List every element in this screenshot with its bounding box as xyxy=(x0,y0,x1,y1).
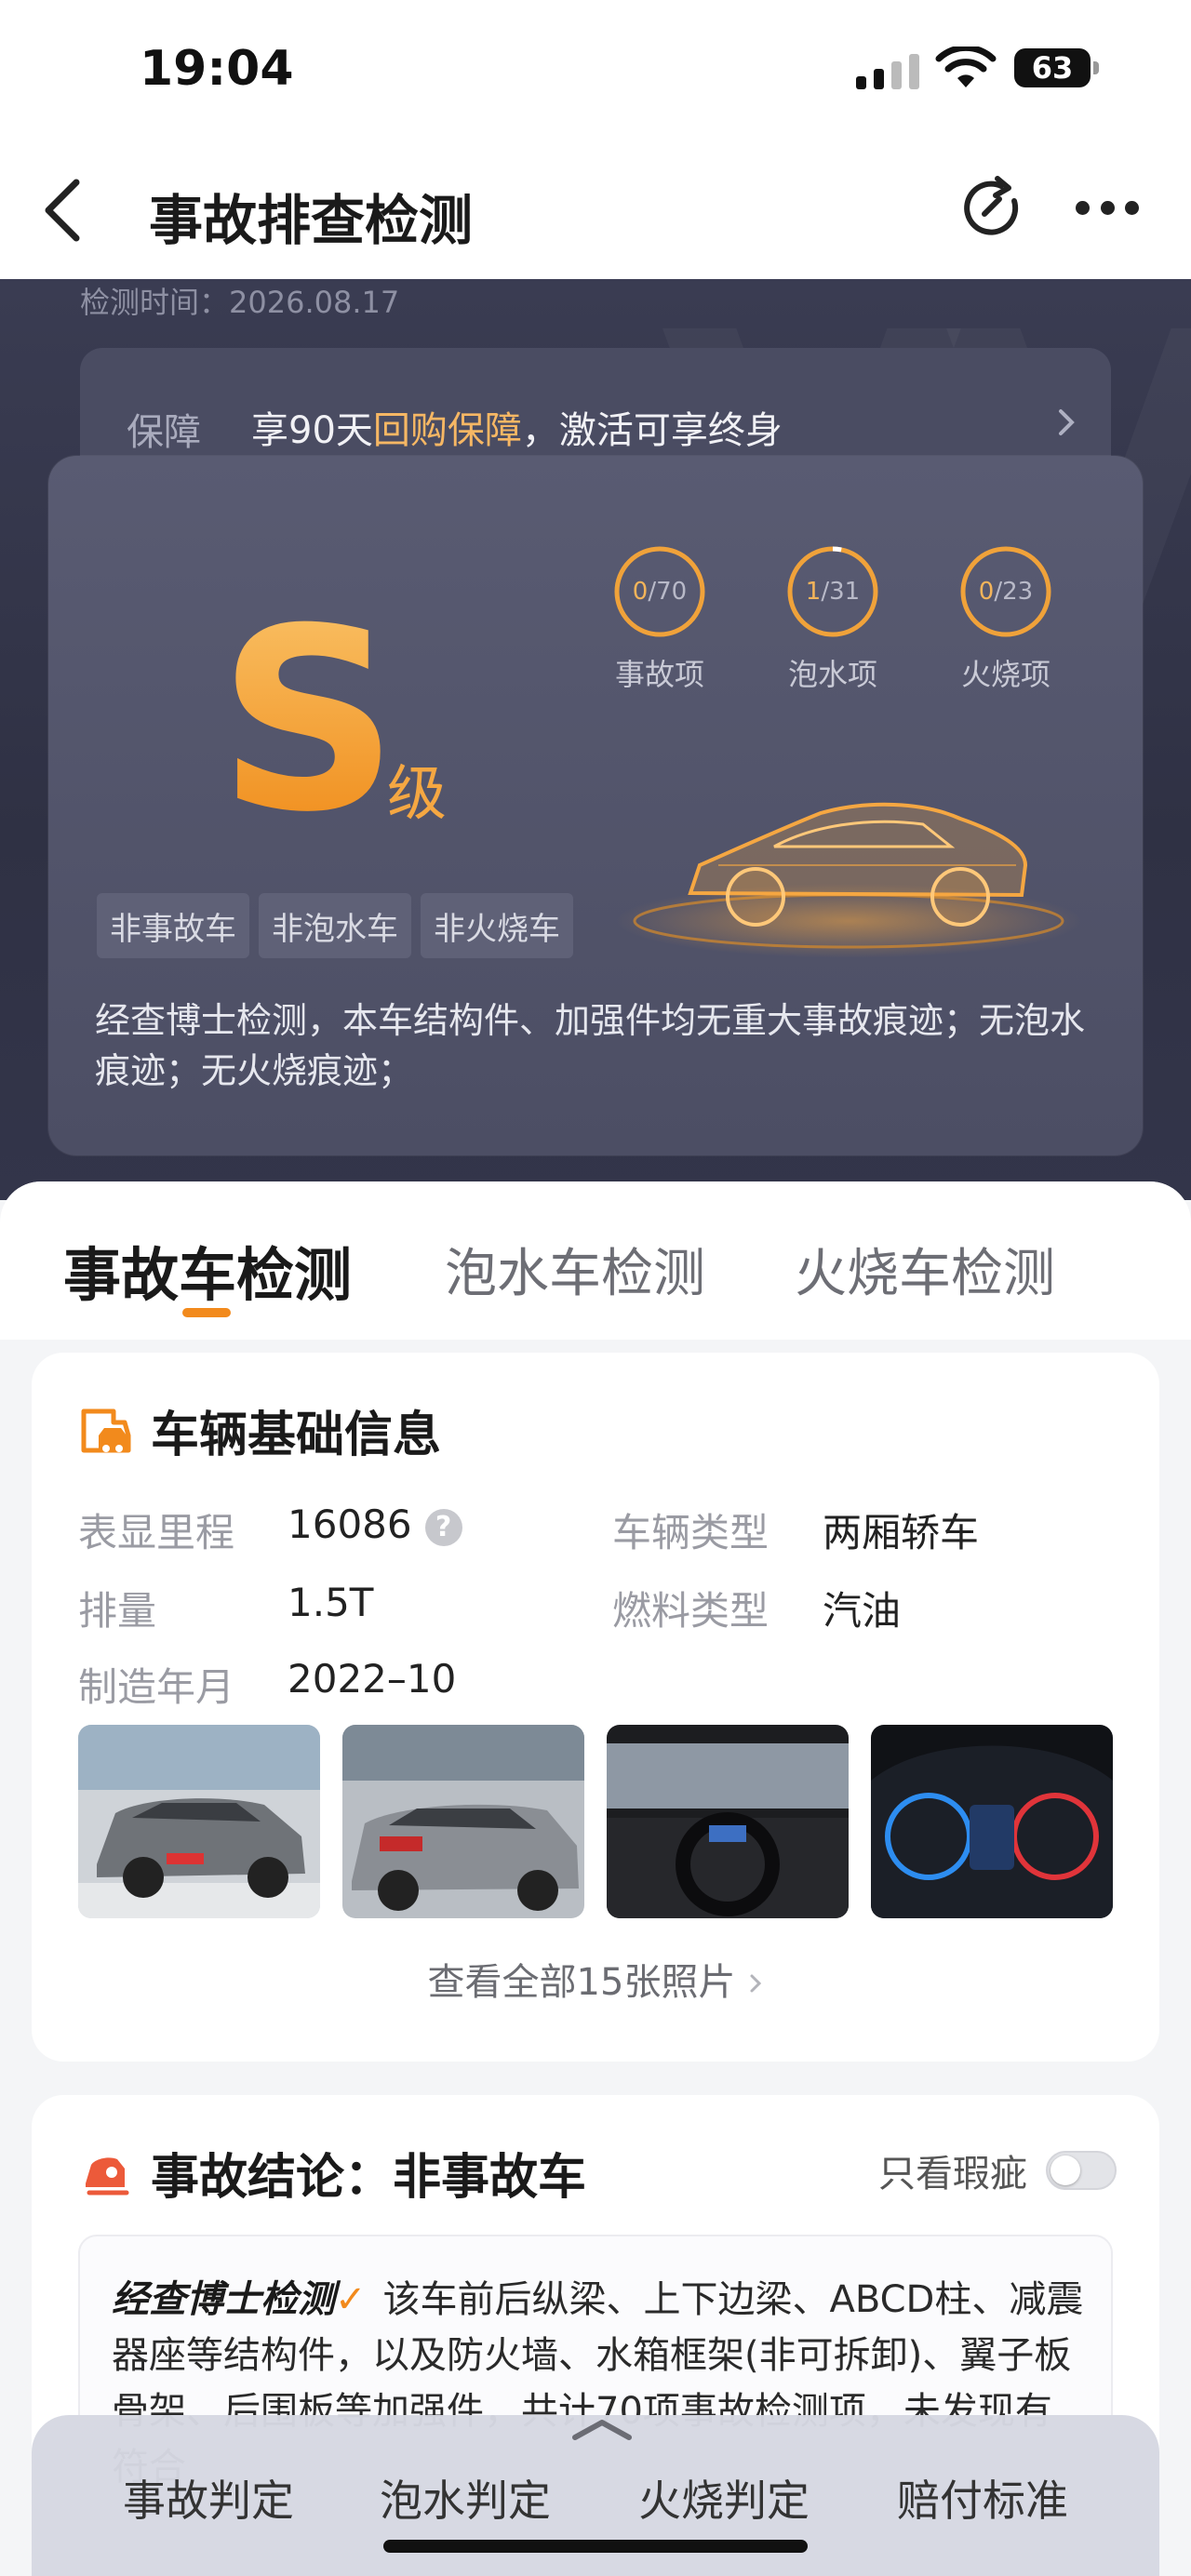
vehicle-photo-interior[interactable] xyxy=(607,1725,849,1918)
flood-items-stat: 1/31 泡水项 xyxy=(772,543,893,694)
report-hero: VV 检测时间：2026.08.17 保障 享90天回购保障，激活可享终身 S … xyxy=(0,279,1191,1200)
type-value: 两厢轿车 xyxy=(823,1510,980,1555)
result-tags: 非事故车 非泡水车 非火烧车 xyxy=(97,893,573,958)
back-arrow-icon[interactable] xyxy=(37,175,93,246)
tag-non-fire: 非火烧车 xyxy=(421,893,573,958)
inspection-tabs: 事故车检测 泡水车检测 火烧车检测 xyxy=(0,1181,1191,1340)
grade-suffix: 级 xyxy=(387,760,447,829)
guarantee-label: 保障 xyxy=(127,411,201,454)
stat-label: 泡水项 xyxy=(787,657,877,692)
conclusion-title: 事故结论：非事故车 xyxy=(151,2150,587,2206)
tag-non-flood: 非泡水车 xyxy=(259,893,411,958)
car-hologram-icon xyxy=(616,802,1081,958)
tag-non-accident: 非事故车 xyxy=(97,893,249,958)
chevron-right-icon xyxy=(1059,409,1075,435)
nav-flood-judgment[interactable]: 泡水判定 xyxy=(380,2467,551,2529)
toggle-switch[interactable] xyxy=(1046,2151,1117,2190)
stat-label: 事故项 xyxy=(614,657,704,692)
manufacture-date-label: 制造年月 xyxy=(78,1664,235,1710)
tab-fire[interactable]: 火烧车检测 xyxy=(795,1232,1055,1307)
grade-letter: S xyxy=(218,574,399,867)
refresh-icon[interactable] xyxy=(957,173,1027,244)
nav-accident-judgment[interactable]: 事故判定 xyxy=(123,2467,294,2529)
displacement-value: 1.5T xyxy=(288,1580,374,1625)
vehicle-photo-rear[interactable] xyxy=(342,1725,584,1918)
help-icon[interactable]: ? xyxy=(424,1508,462,1546)
cellular-signal-icon xyxy=(856,52,919,89)
vehicle-basic-info-panel: 车辆基础信息 表显里程 16086? 车辆类型 两厢轿车 排量 1.5T 燃料类… xyxy=(32,1353,1159,2062)
inspection-summary: 经查博士检测，本车结构件、加强件均无重大事故痕迹；无泡水痕迹；无火烧痕迹； xyxy=(95,1000,1086,1091)
grade-card: S 级 0/70 事故项 1/31 泡水项 0/23 火烧项 非事故车 非泡水车… xyxy=(48,456,1143,1155)
toggle-label: 只看瑕疵 xyxy=(878,2153,1027,2196)
battery-icon: 63 xyxy=(1014,48,1099,87)
vehicle-photos xyxy=(78,1725,1113,1918)
tab-flood[interactable]: 泡水车检测 xyxy=(445,1232,705,1307)
brand-logo: 经查博士检测✓ xyxy=(112,2278,367,2321)
nav-compensation-standard[interactable]: 赔付标准 xyxy=(897,2467,1068,2529)
manufacture-date-value: 2022–10 xyxy=(288,1656,457,1702)
vehicle-photo-front[interactable] xyxy=(78,1725,320,1918)
accident-items-stat: 0/70 事故项 xyxy=(599,543,720,694)
accident-car-icon xyxy=(86,2156,129,2195)
mileage-row: 表显里程 xyxy=(78,1510,235,1555)
fire-items-stat: 0/23 火烧项 xyxy=(945,543,1066,694)
tab-accident[interactable]: 事故车检测 xyxy=(63,1228,352,1312)
expand-up-icon[interactable] xyxy=(566,2415,638,2443)
panel-title: 车辆基础信息 xyxy=(151,1408,442,1463)
more-options-icon[interactable] xyxy=(1076,201,1139,218)
stat-label: 火烧项 xyxy=(960,657,1050,692)
fuel-label: 燃料类型 xyxy=(612,1588,769,1634)
guarantee-text: 享90天回购保障，激活可享终身 xyxy=(251,409,783,452)
chevron-right-icon xyxy=(750,1974,762,1993)
page-title: 事故排查检测 xyxy=(149,189,474,252)
active-tab-indicator xyxy=(182,1308,231,1317)
report-sheet: 事故车检测 泡水车检测 火烧车检测 车辆基础信息 表显里程 16086? 车辆类… xyxy=(0,1181,1191,2576)
status-bar: 19:04 63 xyxy=(0,0,1191,140)
mileage-value: 16086? xyxy=(288,1502,462,1547)
fuel-value: 汽油 xyxy=(823,1588,902,1634)
home-indicator xyxy=(383,2540,808,2553)
displacement-label: 排量 xyxy=(78,1588,157,1634)
vehicle-info-icon xyxy=(81,1408,131,1452)
status-time: 19:04 xyxy=(140,41,294,97)
vehicle-photo-dashboard[interactable] xyxy=(871,1725,1113,1918)
defects-only-toggle[interactable]: 只看瑕疵 xyxy=(878,2143,1117,2197)
nav-fire-judgment[interactable]: 火烧判定 xyxy=(638,2467,810,2529)
inspection-time: 检测时间：2026.08.17 xyxy=(80,285,400,320)
navigation-bar: 事故排查检测 xyxy=(0,140,1191,279)
view-all-photos-link[interactable]: 查看全部15张照片 xyxy=(32,1952,1159,2006)
wifi-icon xyxy=(935,47,997,87)
type-label: 车辆类型 xyxy=(612,1510,769,1555)
